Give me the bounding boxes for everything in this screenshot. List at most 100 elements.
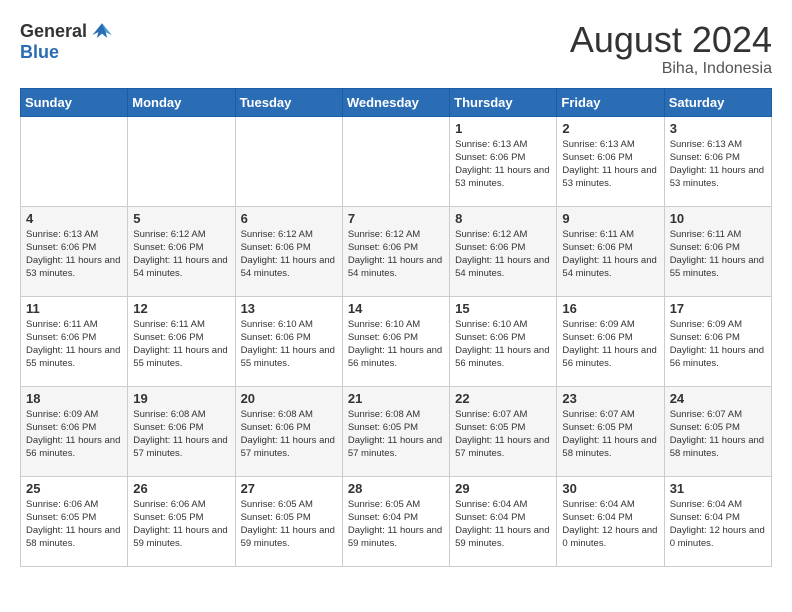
- weekday-header-monday: Monday: [128, 88, 235, 116]
- day-number: 29: [455, 481, 551, 496]
- week-row-4: 18Sunrise: 6:09 AM Sunset: 6:06 PM Dayli…: [21, 386, 772, 476]
- weekday-header-tuesday: Tuesday: [235, 88, 342, 116]
- weekday-header-friday: Friday: [557, 88, 664, 116]
- day-number: 2: [562, 121, 658, 136]
- weekday-header-saturday: Saturday: [664, 88, 771, 116]
- week-row-3: 11 Sunrise: 6:11 AM Sunset: 6:06 PM Dayli…: [21, 296, 772, 386]
- calendar-cell: 12 Sunrise: 6:11 AM Sunset: 6:06 PM Dayli…: [128, 296, 235, 386]
- calendar-cell: 3 Sunrise: 6:13 AM Sunset: 6:06 PM Daylig…: [664, 116, 771, 206]
- calendar-cell: 26 Sunrise: 6:06 AM Sunset: 6:05 PM Dayli…: [128, 476, 235, 566]
- calendar-cell: 1 Sunrise: 6:13 AM Sunset: 6:06 PM Daylig…: [450, 116, 557, 206]
- calendar-cell: 28 Sunrise: 6:05 AM Sunset: 6:04 PM Dayli…: [342, 476, 449, 566]
- day-info: Sunrise: 6:09 AM Sunset: 6:06 PM Dayligh…: [670, 318, 766, 371]
- calendar-cell: [21, 116, 128, 206]
- day-info: Sunrise: 6:12 AM Sunset: 6:06 PM Dayligh…: [241, 228, 337, 281]
- calendar-cell: 9 Sunrise: 6:11 AM Sunset: 6:06 PM Daylig…: [557, 206, 664, 296]
- day-info: Sunrise: 6:10 AM Sunset: 6:06 PM Dayligh…: [348, 318, 444, 371]
- day-info: Sunrise: 6:07 AM Sunset: 6:05 PM Dayligh…: [670, 408, 766, 461]
- calendar-cell: 19 Sunrise: 6:08 AM Sunset: 6:06 PM Dayli…: [128, 386, 235, 476]
- day-info: Sunrise: 6:05 AM Sunset: 6:05 PM Dayligh…: [241, 498, 337, 551]
- day-number: 9: [562, 211, 658, 226]
- day-number: 14: [348, 301, 444, 316]
- day-info: Sunrise: 6:09 AM Sunset: 6:06 PM Dayligh…: [562, 318, 658, 371]
- day-number: 31: [670, 481, 766, 496]
- day-number: 27: [241, 481, 337, 496]
- calendar-cell: 2 Sunrise: 6:13 AM Sunset: 6:06 PM Daylig…: [557, 116, 664, 206]
- day-number: 15: [455, 301, 551, 316]
- calendar-cell: 13 Sunrise: 6:10 AM Sunset: 6:06 PM Dayli…: [235, 296, 342, 386]
- logo-blue-text: Blue: [20, 42, 59, 62]
- calendar-cell: 23 Sunrise: 6:07 AM Sunset: 6:05 PM Dayli…: [557, 386, 664, 476]
- calendar-cell: [128, 116, 235, 206]
- calendar-cell: 30 Sunrise: 6:04 AM Sunset: 6:04 PM Dayli…: [557, 476, 664, 566]
- logo: General Blue: [20, 20, 113, 63]
- day-info: Sunrise: 6:11 AM Sunset: 6:06 PM Dayligh…: [562, 228, 658, 281]
- day-info: Sunrise: 6:07 AM Sunset: 6:05 PM Dayligh…: [562, 408, 658, 461]
- day-info: Sunrise: 6:04 AM Sunset: 6:04 PM Dayligh…: [562, 498, 658, 551]
- calendar-cell: [235, 116, 342, 206]
- calendar-table: SundayMondayTuesdayWednesdayThursdayFrid…: [20, 88, 772, 567]
- day-number: 30: [562, 481, 658, 496]
- day-info: Sunrise: 6:13 AM Sunset: 6:06 PM Dayligh…: [562, 138, 658, 191]
- day-number: 17: [670, 301, 766, 316]
- calendar-cell: 22Sunrise: 6:07 AM Sunset: 6:05 PM Dayli…: [450, 386, 557, 476]
- calendar-cell: 24Sunrise: 6:07 AM Sunset: 6:05 PM Dayli…: [664, 386, 771, 476]
- day-info: Sunrise: 6:08 AM Sunset: 6:06 PM Dayligh…: [133, 408, 229, 461]
- day-number: 20: [241, 391, 337, 406]
- day-info: Sunrise: 6:12 AM Sunset: 6:06 PM Dayligh…: [133, 228, 229, 281]
- day-info: Sunrise: 6:10 AM Sunset: 6:06 PM Dayligh…: [241, 318, 337, 371]
- calendar-cell: 31Sunrise: 6:04 AM Sunset: 6:04 PM Dayli…: [664, 476, 771, 566]
- day-info: Sunrise: 6:08 AM Sunset: 6:05 PM Dayligh…: [348, 408, 444, 461]
- day-info: Sunrise: 6:13 AM Sunset: 6:06 PM Dayligh…: [670, 138, 766, 191]
- day-number: 25: [26, 481, 122, 496]
- calendar-cell: 4 Sunrise: 6:13 AM Sunset: 6:06 PM Daylig…: [21, 206, 128, 296]
- calendar-cell: 16 Sunrise: 6:09 AM Sunset: 6:06 PM Dayli…: [557, 296, 664, 386]
- day-number: 12: [133, 301, 229, 316]
- day-number: 3: [670, 121, 766, 136]
- day-number: 26: [133, 481, 229, 496]
- calendar-cell: 7Sunrise: 6:12 AM Sunset: 6:06 PM Daylig…: [342, 206, 449, 296]
- logo-bird-icon: [91, 20, 113, 42]
- week-row-5: 25 Sunrise: 6:06 AM Sunset: 6:05 PM Dayli…: [21, 476, 772, 566]
- day-info: Sunrise: 6:06 AM Sunset: 6:05 PM Dayligh…: [26, 498, 122, 551]
- day-number: 1: [455, 121, 551, 136]
- day-number: 5: [133, 211, 229, 226]
- calendar-cell: 10Sunrise: 6:11 AM Sunset: 6:06 PM Dayli…: [664, 206, 771, 296]
- weekday-header-sunday: Sunday: [21, 88, 128, 116]
- day-info: Sunrise: 6:10 AM Sunset: 6:06 PM Dayligh…: [455, 318, 551, 371]
- calendar-cell: 11Sunrise: 6:11 AM Sunset: 6:06 PM Dayli…: [21, 296, 128, 386]
- day-info: Sunrise: 6:13 AM Sunset: 6:06 PM Dayligh…: [455, 138, 551, 191]
- weekday-header-wednesday: Wednesday: [342, 88, 449, 116]
- day-number: 23: [562, 391, 658, 406]
- day-info: Sunrise: 6:13 AM Sunset: 6:06 PM Dayligh…: [26, 228, 122, 281]
- day-number: 21: [348, 391, 444, 406]
- weekday-header-row: SundayMondayTuesdayWednesdayThursdayFrid…: [21, 88, 772, 116]
- day-number: 28: [348, 481, 444, 496]
- day-number: 16: [562, 301, 658, 316]
- calendar-cell: 14 Sunrise: 6:10 AM Sunset: 6:06 PM Dayli…: [342, 296, 449, 386]
- day-number: 8: [455, 211, 551, 226]
- day-number: 13: [241, 301, 337, 316]
- calendar-cell: 15 Sunrise: 6:10 AM Sunset: 6:06 PM Dayli…: [450, 296, 557, 386]
- day-info: Sunrise: 6:06 AM Sunset: 6:05 PM Dayligh…: [133, 498, 229, 551]
- day-number: 10: [670, 211, 766, 226]
- day-info: Sunrise: 6:05 AM Sunset: 6:04 PM Dayligh…: [348, 498, 444, 551]
- calendar-cell: [342, 116, 449, 206]
- day-number: 18: [26, 391, 122, 406]
- day-number: 4: [26, 211, 122, 226]
- month-title: August 2024: [570, 20, 772, 60]
- page-header: General Blue August 2024 Biha, Indonesia: [20, 20, 772, 78]
- calendar-cell: 21 Sunrise: 6:08 AM Sunset: 6:05 PM Dayli…: [342, 386, 449, 476]
- day-number: 6: [241, 211, 337, 226]
- week-row-2: 4 Sunrise: 6:13 AM Sunset: 6:06 PM Daylig…: [21, 206, 772, 296]
- calendar-cell: 6 Sunrise: 6:12 AM Sunset: 6:06 PM Daylig…: [235, 206, 342, 296]
- calendar-cell: 20Sunrise: 6:08 AM Sunset: 6:06 PM Dayli…: [235, 386, 342, 476]
- week-row-1: 1 Sunrise: 6:13 AM Sunset: 6:06 PM Daylig…: [21, 116, 772, 206]
- day-number: 19: [133, 391, 229, 406]
- weekday-header-thursday: Thursday: [450, 88, 557, 116]
- day-number: 11: [26, 301, 122, 316]
- day-info: Sunrise: 6:11 AM Sunset: 6:06 PM Dayligh…: [133, 318, 229, 371]
- calendar-cell: 5 Sunrise: 6:12 AM Sunset: 6:06 PM Daylig…: [128, 206, 235, 296]
- calendar-cell: 18Sunrise: 6:09 AM Sunset: 6:06 PM Dayli…: [21, 386, 128, 476]
- calendar-cell: 8Sunrise: 6:12 AM Sunset: 6:06 PM Daylig…: [450, 206, 557, 296]
